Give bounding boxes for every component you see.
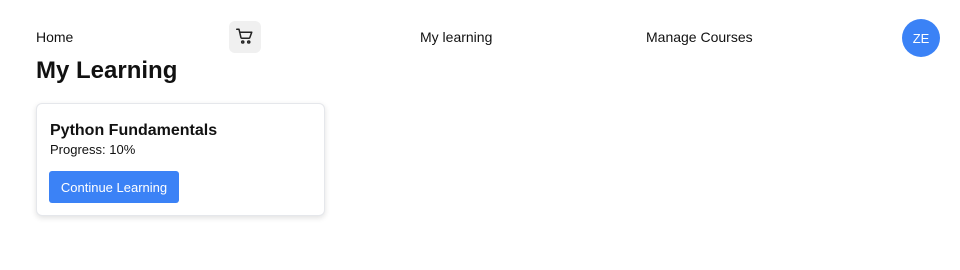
continue-learning-button[interactable]: Continue Learning	[49, 171, 179, 203]
nav-my-learning-link[interactable]: My learning	[420, 29, 492, 45]
top-nav: Home My learning Manage Courses ZE	[0, 0, 960, 60]
page-title: My Learning	[36, 57, 178, 84]
course-title: Python Fundamentals	[50, 122, 218, 139]
course-progress-text: Progress: 10%	[50, 142, 136, 157]
nav-home-link[interactable]: Home	[36, 29, 73, 45]
cart-icon	[236, 27, 254, 48]
nav-manage-courses-link[interactable]: Manage Courses	[646, 29, 753, 45]
course-card: Python Fundamentals Progress: 10% Contin…	[36, 103, 325, 216]
cart-button[interactable]	[229, 21, 261, 53]
avatar[interactable]: ZE	[902, 19, 940, 57]
